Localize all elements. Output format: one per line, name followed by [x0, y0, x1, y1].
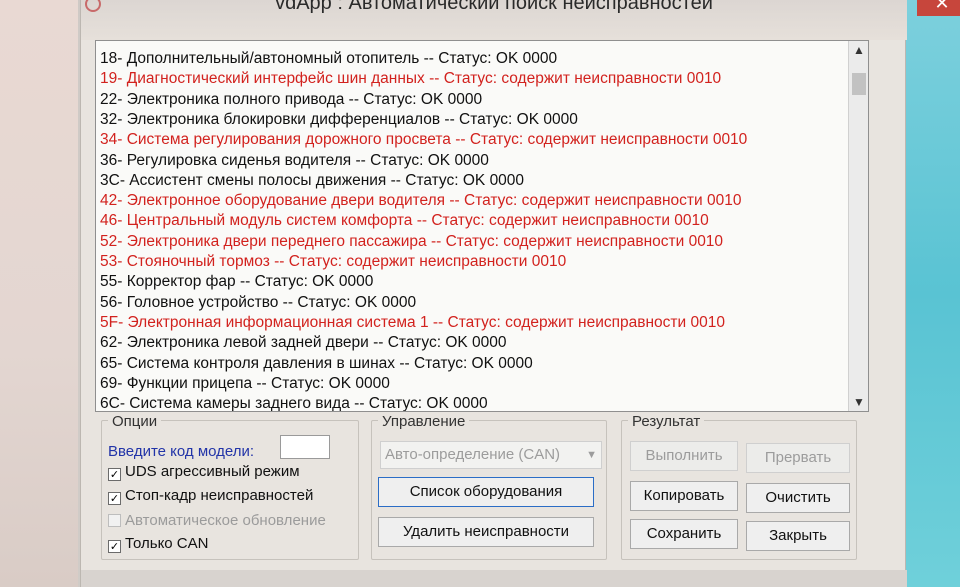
option-row[interactable]: ✓ UDS агрессивный режим [108, 463, 300, 483]
abort-button: Прервать [746, 443, 850, 473]
option-label: Автоматическое обновление [125, 512, 326, 529]
results-list[interactable]: 18- Дополнительный/автономный отопитель … [95, 40, 869, 412]
taskbar [81, 570, 907, 587]
clear-faults-button[interactable]: Удалить неисправности [378, 517, 594, 547]
close-window-button[interactable]: ✕ [917, 0, 960, 16]
monitor-bezel-left [0, 0, 78, 587]
mode-select: Авто-определение (CAN) ▼ [380, 441, 602, 469]
option-row[interactable]: ✓ Стоп-кадр неисправностей [108, 487, 313, 507]
control-title: Управление [378, 413, 470, 430]
execute-button: Выполнить [630, 441, 738, 471]
option-row: Автоматическое обновление [108, 512, 326, 532]
list-item[interactable]: 32- Электроника блокировки дифференциало… [100, 110, 578, 130]
option-checkbox[interactable]: ✓ [108, 468, 121, 481]
list-item[interactable]: 56- Головное устройство -- Статус: OK 00… [100, 293, 416, 313]
model-code-input[interactable] [280, 435, 330, 459]
clear-button[interactable]: Очистить [746, 483, 850, 513]
list-item[interactable]: 19- Диагностический интерфейс шин данных… [100, 69, 721, 89]
close-icon: ✕ [934, 0, 950, 13]
result-group: Результат Выполнить Прервать Копировать … [621, 413, 857, 560]
list-item[interactable]: 34- Система регулирования дорожного прос… [100, 130, 747, 150]
title-bar: vdApp : Автоматический поиск неисправнос… [81, 0, 960, 40]
list-item[interactable]: 62- Электроника левой задней двери -- Ст… [100, 333, 507, 353]
copy-button[interactable]: Копировать [630, 481, 738, 511]
option-checkbox [108, 514, 121, 527]
model-code-label: Введите код модели: [108, 443, 255, 460]
result-title: Результат [628, 413, 705, 430]
equipment-list-button[interactable]: Список оборудования [378, 477, 594, 507]
options-title: Опции [108, 413, 162, 430]
option-checkbox[interactable]: ✓ [108, 492, 121, 505]
list-item[interactable]: 46- Центральный модуль систем комфорта -… [100, 211, 709, 231]
list-item[interactable]: 55- Корректор фар -- Статус: OK 0000 [100, 272, 373, 292]
list-item[interactable]: 18- Дополнительный/автономный отопитель … [100, 49, 557, 69]
app-window: vdApp : Автоматический поиск неисправнос… [80, 0, 960, 587]
option-label: Только CAN [125, 535, 209, 552]
scroll-thumb[interactable] [852, 73, 866, 95]
list-item[interactable]: 42- Электронное оборудование двери водит… [100, 191, 741, 211]
list-item[interactable]: 69- Функции прицепа -- Статус: OK 0000 [100, 374, 390, 394]
option-label: Стоп-кадр неисправностей [125, 487, 314, 504]
option-row[interactable]: ✓ Только CAN [108, 535, 208, 555]
list-item[interactable]: 6C- Система камеры заднего вида -- Стату… [100, 394, 488, 411]
option-checkbox[interactable]: ✓ [108, 540, 121, 553]
chevron-down-icon: ▼ [586, 449, 597, 461]
list-item[interactable]: 36- Регулировка сиденья водителя -- Стат… [100, 151, 489, 171]
options-group: Опции Введите код модели: ✓ UDS агрессивн… [101, 413, 359, 560]
option-label: UDS агрессивный режим [125, 463, 300, 480]
scroll-up-icon[interactable]: ▲ [849, 41, 868, 59]
list-item[interactable]: 53- Стояночный тормоз -- Статус: содержи… [100, 252, 566, 272]
save-button[interactable]: Сохранить [630, 519, 738, 549]
list-item[interactable]: 3C- Ассистент смены полосы движения -- С… [100, 171, 524, 191]
control-group: Управление Авто-определение (CAN) ▼ Спис… [371, 413, 607, 560]
close-button[interactable]: Закрыть [746, 521, 850, 551]
window-title: vdApp : Автоматический поиск неисправнос… [275, 0, 713, 14]
list-item[interactable]: 22- Электроника полного привода -- Стату… [100, 90, 482, 110]
list-item[interactable]: 65- Система контроля давления в шинах --… [100, 354, 533, 374]
monitor-bezel-right [900, 0, 960, 587]
mode-select-value: Авто-определение (CAN) [385, 446, 561, 463]
vertical-scrollbar[interactable]: ▲ ▼ [848, 41, 868, 411]
scroll-down-icon[interactable]: ▼ [849, 393, 868, 411]
list-item[interactable]: 5F- Электронная информационная система 1… [100, 313, 725, 333]
list-item[interactable]: 52- Электроника двери переднего пассажир… [100, 232, 723, 252]
